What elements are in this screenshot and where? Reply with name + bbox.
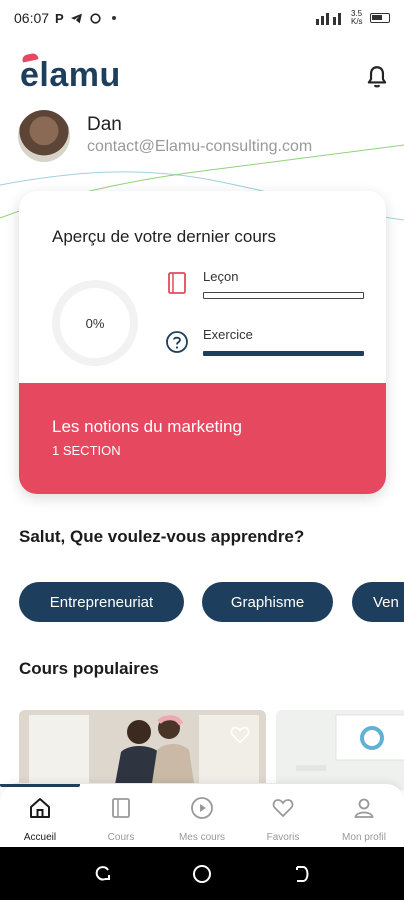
active-tab-indicator: [0, 784, 80, 787]
status-left: 06:07 P: [14, 10, 116, 26]
home-button-icon[interactable]: [190, 862, 214, 886]
avatar[interactable]: [18, 110, 70, 162]
course-banner[interactable]: Les notions du marketing 1 SECTION: [19, 383, 386, 494]
exercise-progress-bar: [203, 351, 364, 356]
parking-icon: P: [55, 10, 64, 26]
battery-icon: [370, 13, 390, 23]
nav-label-mes-cours: Mes cours: [178, 832, 226, 843]
bottom-navigation: Accueil Cours Mes cours Favoris Mon prof…: [0, 783, 404, 847]
nav-label-favoris: Favoris: [266, 832, 300, 843]
app-logo: elamu: [20, 52, 121, 95]
nav-item-favoris[interactable]: Favoris: [243, 784, 323, 848]
progress-percent: 0%: [85, 315, 105, 331]
recent-apps-icon[interactable]: [91, 862, 115, 886]
course-sections: 1 SECTION: [52, 443, 121, 458]
app-screen: 06:07 P 3.5 K/s elamu Dan contact@Elamu-…: [0, 0, 404, 900]
nav-label-accueil: Accueil: [23, 832, 57, 843]
status-bar: 06:07 P 3.5 K/s: [0, 0, 404, 36]
status-time: 06:07: [14, 10, 50, 26]
course-photo: [19, 710, 266, 790]
nav-label-mon-profil: Mon profil: [342, 832, 386, 843]
status-right: 3.5 K/s: [316, 10, 390, 26]
nav-item-mes-cours[interactable]: Mes cours: [162, 784, 242, 848]
nav-item-accueil[interactable]: Accueil: [0, 784, 80, 848]
network-speed: 3.5 K/s: [351, 9, 363, 26]
favorite-heart-icon[interactable]: [229, 724, 251, 746]
question-icon: [166, 331, 188, 353]
signal-icon: [316, 13, 341, 25]
heart-icon: [272, 799, 294, 818]
notification-dot: [111, 16, 116, 20]
profile-email: contact@Elamu-consulting.com: [87, 138, 313, 155]
category-chip-ven[interactable]: Ven: [352, 582, 404, 622]
popular-courses-heading: Cours populaires: [19, 659, 159, 678]
course-name: Les notions du marketing: [52, 417, 242, 436]
greeting-heading: Salut, Que voulez-vous apprendre?: [19, 527, 305, 546]
course-thumbnail[interactable]: [19, 710, 266, 790]
back-icon[interactable]: [289, 862, 313, 886]
category-chip-graphisme[interactable]: Graphisme: [202, 582, 333, 622]
refresh-icon: [90, 12, 101, 24]
category-chips: Entrepreneuriat Graphisme Ven: [19, 582, 404, 624]
profile-name: Dan: [87, 114, 122, 135]
play-icon: [191, 797, 213, 819]
exercise-label: Exercice: [203, 327, 253, 342]
bell-icon[interactable]: [364, 64, 390, 90]
nav-label-cours: Cours: [107, 832, 135, 843]
book-icon: [112, 798, 130, 818]
course-thumbnail-2[interactable]: [276, 710, 404, 790]
telegram-icon: [70, 13, 82, 23]
user-icon: [354, 798, 374, 818]
course-photo-2: [276, 710, 404, 790]
system-navigation-bar: [0, 847, 404, 900]
nav-item-cours[interactable]: Cours: [81, 784, 161, 848]
nav-item-mon-profil[interactable]: Mon profil: [324, 784, 404, 848]
home-icon: [30, 798, 50, 818]
lesson-label: Leçon: [203, 269, 239, 284]
category-chip-entrepreneuriat[interactable]: Entrepreneuriat: [19, 582, 184, 622]
progress-ring: 0%: [52, 280, 138, 366]
lesson-icon: [168, 272, 186, 294]
card-title: Aperçu de votre dernier cours: [52, 227, 276, 246]
logo-text: elamu: [20, 56, 121, 94]
last-course-card[interactable]: Aperçu de votre dernier cours 0% Leçon E…: [19, 191, 386, 494]
lesson-progress-bar: [203, 292, 364, 299]
